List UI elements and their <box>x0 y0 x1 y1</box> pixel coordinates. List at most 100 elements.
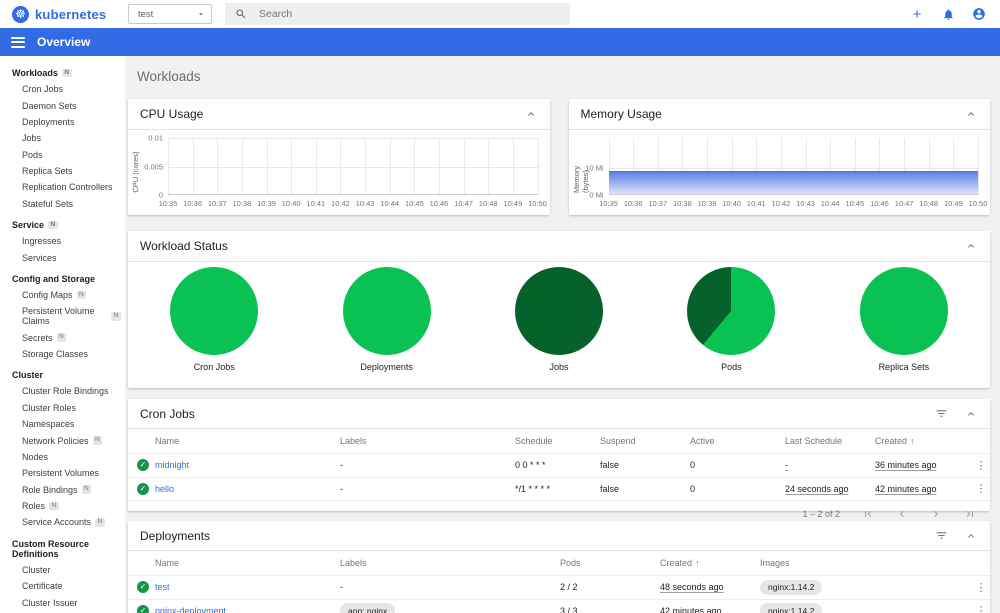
next-page-button[interactable] <box>930 508 942 520</box>
sidebar-item-persistent-volume-claims[interactable]: Persistent Volume Claims N <box>0 303 125 329</box>
sidebar-item-namespaces[interactable]: Namespaces <box>0 416 125 432</box>
x-axis-tick: 10:50 <box>528 199 547 208</box>
collapse-button[interactable] <box>524 107 538 121</box>
sidebar-item-services[interactable]: Services <box>0 249 125 265</box>
first-page-button[interactable] <box>862 508 874 520</box>
sidebar-item-label: Network Policies <box>22 435 89 446</box>
column-header-labels[interactable]: Labels <box>340 558 560 568</box>
kebab-menu-icon[interactable]: ⋮ <box>972 459 990 472</box>
sidebar-item-storage-classes[interactable]: Storage Classes <box>0 346 125 362</box>
kebab-menu-icon[interactable]: ⋮ <box>972 581 990 594</box>
sidebar-item-deployments[interactable]: Deployments <box>0 114 125 130</box>
last-page-button[interactable] <box>964 508 976 520</box>
column-header-label: Last Schedule <box>785 436 843 446</box>
created-cell: 48 seconds ago <box>660 582 724 593</box>
sidebar-section-custom-resource-definitions[interactable]: Custom Resource Definitions <box>0 531 125 562</box>
filter-button[interactable] <box>934 407 948 421</box>
search-input[interactable]: Search <box>225 3 570 25</box>
sidebar-item-role-bindings[interactable]: Role Bindings N <box>0 482 125 498</box>
sidebar-section-workloads[interactable]: Workloads N <box>0 60 125 81</box>
sidebar-item-cluster-role-bindings[interactable]: Cluster Role Bindings <box>0 383 125 399</box>
sidebar: Workloads N Cron Jobs Daemon Sets Deployment… <box>0 56 125 613</box>
active-cell: 0 <box>690 460 696 471</box>
plus-icon: + <box>912 5 922 23</box>
cron-jobs-card: Cron Jobs Name Labels Schedule Suspend Activ… <box>128 399 990 519</box>
sidebar-item-persistent-volumes[interactable]: Persistent Volumes <box>0 465 125 481</box>
column-header-label: Created <box>875 436 908 446</box>
sidebar-item-nodes[interactable]: Nodes <box>0 449 125 465</box>
chevron-up-icon <box>965 530 977 542</box>
x-axis-tick: 10:39 <box>257 199 276 208</box>
chevron-up-icon <box>965 240 977 252</box>
sidebar-section-label: Custom Resource Definitions <box>12 538 90 559</box>
x-axis-tick: 10:47 <box>894 199 914 208</box>
sidebar-item-ingresses[interactable]: Ingresses <box>0 233 125 249</box>
sidebar-item-stateful-sets[interactable]: Stateful Sets <box>0 196 125 212</box>
sidebar-item-cluster-roles[interactable]: Cluster Roles <box>0 400 125 416</box>
sidebar-item-config-maps[interactable]: Config Maps N <box>0 287 125 303</box>
column-header-created[interactable]: Created ↑ <box>660 558 760 568</box>
cron-job-name-link[interactable]: hello <box>155 484 340 494</box>
collapse-button[interactable] <box>964 239 978 253</box>
namespaced-badge: N <box>92 436 103 445</box>
menu-hamburger-icon[interactable] <box>11 34 25 50</box>
sidebar-item-cron-jobs[interactable]: Cron Jobs <box>0 81 125 97</box>
sidebar-item-network-policies[interactable]: Network Policies N <box>0 432 125 448</box>
kebab-menu-icon[interactable]: ⋮ <box>972 604 990 613</box>
user-account-button[interactable] <box>970 5 988 23</box>
column-header-suspend[interactable]: Suspend <box>600 436 690 446</box>
sidebar-item-secrets[interactable]: Secrets N <box>0 330 125 346</box>
column-header-pods[interactable]: Pods <box>560 558 660 568</box>
sidebar-item-pods[interactable]: Pods <box>0 147 125 163</box>
cron-job-name-link[interactable]: midnight <box>155 460 340 470</box>
labels-cell: app: nginx <box>340 603 560 613</box>
namespace-selector[interactable]: test <box>128 4 212 24</box>
column-header-created[interactable]: Created ↑ <box>875 436 972 446</box>
collapse-button[interactable] <box>964 529 978 543</box>
sidebar-item-label: Daemon Sets <box>22 100 77 111</box>
kubernetes-logo[interactable]: ☸ kubernetes <box>12 5 106 23</box>
deployment-name-link[interactable]: test <box>155 582 340 592</box>
column-header-active[interactable]: Active <box>690 436 785 446</box>
sidebar-section-service[interactable]: Service N <box>0 212 125 233</box>
column-header-schedule[interactable]: Schedule <box>515 436 600 446</box>
previous-page-button[interactable] <box>896 508 908 520</box>
sidebar-item-cluster-issuer[interactable]: Cluster Issuer <box>0 594 125 610</box>
column-header-last-schedule[interactable]: Last Schedule <box>785 436 875 446</box>
schedule-cell: 0 0 * * * <box>515 460 546 471</box>
column-header-label: Labels <box>340 558 367 568</box>
notifications-button[interactable] <box>939 5 957 23</box>
sidebar-section-config-and-storage[interactable]: Config and Storage <box>0 266 125 287</box>
column-header-name[interactable]: Name <box>155 436 340 446</box>
kebab-menu-icon[interactable]: ⋮ <box>972 482 990 495</box>
sidebar-item-cluster[interactable]: Cluster <box>0 562 125 578</box>
memory-usage-card: Memory Usage Memory (bytes) 10:35 10:36 10… <box>568 99 991 215</box>
column-header-labels[interactable]: Labels <box>340 436 515 446</box>
sidebar-section-cluster[interactable]: Cluster <box>0 362 125 383</box>
create-resource-button[interactable]: + <box>908 5 926 23</box>
sort-ascending-icon: ↑ <box>695 558 700 568</box>
pie-chart <box>687 267 776 355</box>
sidebar-item-label: Service Accounts <box>22 517 92 528</box>
memory-usage-chart: Memory (bytes) 10:35 10:36 10:37 10:38 10:39… <box>569 130 991 214</box>
column-header-name[interactable]: Name <box>155 558 340 568</box>
pie-chart-label: Pods <box>721 362 742 372</box>
cpu-usage-chart: CPU (cores) 10:35 10:36 10:37 10:38 10:39 10:… <box>128 130 550 214</box>
sidebar-item-service-accounts[interactable]: Service Accounts N <box>0 514 125 530</box>
x-axis-line <box>608 194 978 195</box>
sidebar-item-daemon-sets[interactable]: Daemon Sets <box>0 97 125 113</box>
sidebar-item-certificate[interactable]: Certificate <box>0 578 125 594</box>
collapse-button[interactable] <box>964 407 978 421</box>
kubernetes-wheel-icon: ☸ <box>12 5 29 23</box>
filter-button[interactable] <box>934 529 948 543</box>
collapse-button[interactable] <box>964 107 978 121</box>
sidebar-item-jobs[interactable]: Jobs <box>0 130 125 146</box>
cpu-usage-title: CPU Usage <box>140 107 204 121</box>
column-header-images[interactable]: Images <box>760 558 972 568</box>
namespace-selected-value: test <box>138 8 154 20</box>
deployment-name-link[interactable]: nginx-deployment <box>155 606 340 613</box>
sidebar-item-replica-sets[interactable]: Replica Sets <box>0 163 125 179</box>
sidebar-item-replication-controllers[interactable]: Replication Controllers <box>0 179 125 195</box>
sidebar-item-roles[interactable]: Roles N <box>0 498 125 514</box>
x-axis-tick: 10:37 <box>648 199 668 208</box>
